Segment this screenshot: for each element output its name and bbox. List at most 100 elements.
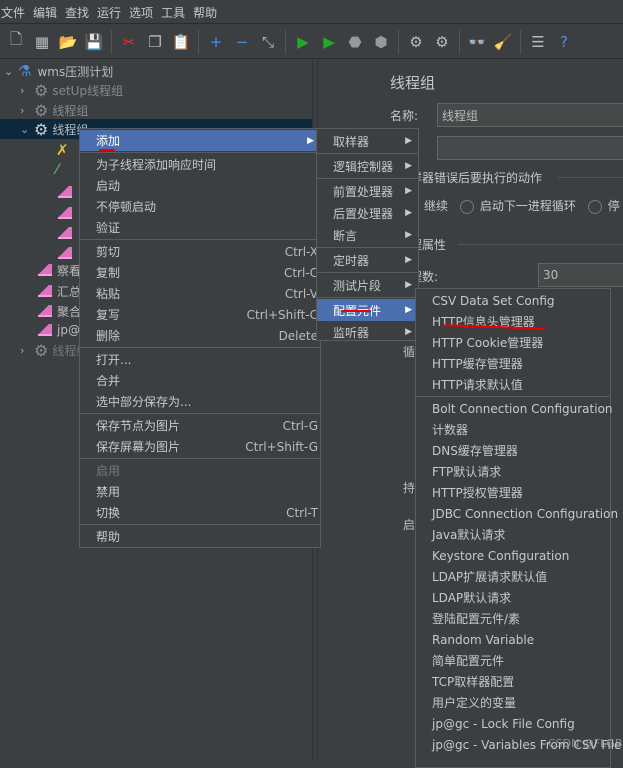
menu-item[interactable]: 删除 Delete [80,325,320,346]
toolbar-separator [198,29,199,54]
threads-input[interactable]: 30 [538,263,623,287]
menu-item[interactable]: LDAP默认请求 [416,587,610,608]
menu-item[interactable]: 用户定义的变量 [416,692,610,713]
radio-next-loop[interactable] [459,199,474,214]
menu-item[interactable]: 复制 Ctrl-C [80,262,320,283]
menu-2[interactable]: 查找 [64,4,94,21]
menu-item[interactable]: 监听器 ▶ [317,321,418,343]
menu-item[interactable]: 启动 [80,175,320,196]
shutdown-button[interactable]: ⬢ [370,31,392,53]
new-button[interactable]: 🗋 [5,30,27,53]
menu-item[interactable]: 选中部分保存为... [80,391,320,412]
cut-button[interactable]: ✂ [118,31,140,53]
menu-1[interactable]: 编辑 [32,4,62,21]
comment-input[interactable] [437,136,623,160]
menu-3[interactable]: 运行 [96,4,126,21]
menu-item[interactable]: JDBC Connection Configuration [416,503,618,524]
graph-icon [38,264,52,276]
save-button[interactable]: 💾 [83,31,105,53]
menu-item[interactable]: CSV Data Set Config [416,290,610,311]
tree-node-thread-group[interactable]: › ⚙ 线程组 [20,100,88,120]
menu-item[interactable]: 验证 [80,217,320,238]
menu-item[interactable]: LDAP扩展请求默认值 [416,566,610,587]
menu-item[interactable]: 前置处理器 ▶ [317,180,418,202]
menu-item[interactable]: 剪切 Ctrl-X [80,241,320,262]
menu-item[interactable]: HTTP请求默认值 [416,374,610,395]
menu-item[interactable]: Java默认请求 [416,524,610,545]
menu-item[interactable]: HTTP Cookie管理器 [416,332,610,353]
menu-item[interactable]: jp@gc - Lock File Config [416,713,610,734]
menu-item[interactable]: 登陆配置元件/素 [416,608,610,629]
tree-node-listener[interactable]: 汇总 [38,281,81,301]
toolbar-separator [111,29,112,54]
paste-button[interactable]: 📋 [170,31,192,53]
function-helper-button[interactable]: ☰ [527,31,549,53]
stop-button[interactable]: ⬣ [344,31,366,53]
name-input[interactable]: 线程组 [437,103,623,127]
menu-item[interactable]: HTTP信息头管理器 [416,311,610,332]
menu-item[interactable]: 添加 ▶ [80,130,320,151]
menu-item[interactable]: 合并 [80,370,320,391]
menu-item[interactable]: 计数器 [416,419,610,440]
radio-stop-thread[interactable] [587,199,602,214]
menu-6[interactable]: 帮助 [192,4,222,21]
menu-item[interactable]: 断言 ▶ [317,224,418,246]
copy-button[interactable]: ❐ [144,31,166,53]
menu-item[interactable]: DNS缓存管理器 [416,440,610,461]
menu-item[interactable]: 切换 Ctrl-T [80,502,320,523]
help-button[interactable]: ? [553,31,575,53]
menu-item[interactable]: Keystore Configuration [416,545,610,566]
tree-node-test-plan[interactable]: ⌄ ⚗ wms压测计划 [4,61,113,81]
expand-button[interactable]: + [205,31,227,53]
error-action-label: 取样器错误后要执行的动作 [398,171,543,185]
menu-item[interactable]: 为子线程添加响应时间 [80,154,320,175]
menu-item[interactable]: FTP默认请求 [416,461,610,482]
reset-search-button[interactable]: 🧹 [492,31,514,53]
tree-node-listener[interactable]: 聚合 [38,301,81,321]
tree-node-listener[interactable]: jp@ [38,320,80,340]
clear-all-button[interactable]: ⚙ [431,31,453,53]
chevron-right-icon[interactable]: › [20,104,34,117]
menu-item[interactable]: 禁用 [80,481,320,502]
menu-item[interactable]: Random Variable [416,629,610,650]
menu-item[interactable]: 简单配置元件 [416,650,610,671]
menu-5[interactable]: 工具 [160,4,190,21]
chevron-right-icon[interactable]: › [20,84,34,97]
menu-item[interactable]: 粘贴 Ctrl-V [80,283,320,304]
chevron-right-icon[interactable]: › [20,344,34,357]
menu-item-label: 断言 [333,228,358,243]
menu-item[interactable]: HTTP授权管理器 [416,482,610,503]
menu-item[interactable]: HTTP缓存管理器 [416,353,610,374]
tools-icon: ✗ [56,141,69,159]
menu-item[interactable]: 取样器 ▶ [317,130,418,152]
menu-item[interactable]: 保存屏幕为图片 Ctrl+Shift-G [80,436,320,457]
menu-0[interactable]: 文件 [0,4,30,21]
open-button[interactable]: 📂 [57,31,79,53]
start-no-pause-button[interactable]: ▶ [318,31,340,53]
menu-item[interactable]: 逻辑控制器 ▶ [317,155,418,177]
menu-4[interactable]: 选项 [128,4,158,21]
menu-item[interactable]: 启用 [80,460,320,481]
clear-button[interactable]: ⚙ [405,31,427,53]
menu-item-label: 禁用 [96,485,121,499]
templates-button[interactable]: ▦ [31,31,53,53]
collapse-button[interactable]: − [231,31,253,53]
menu-item[interactable]: 不停顿启动 [80,196,320,217]
chevron-down-icon[interactable]: ⌄ [4,65,18,78]
menu-item[interactable]: 定时器 ▶ [317,249,418,271]
menu-item[interactable]: 后置处理器 ▶ [317,202,418,224]
tree-node-listener[interactable]: 察看 [38,260,81,280]
start-button[interactable]: ▶ [292,31,314,53]
menu-item[interactable]: 保存节点为图片 Ctrl-G [80,415,320,436]
toggle-button[interactable]: ⤡ [257,31,279,53]
chevron-down-icon[interactable]: ⌄ [20,123,34,136]
menu-separator [80,413,320,414]
tree-node-setup-thread-group[interactable]: › ⚙ setUp线程组 [20,80,123,100]
menu-item[interactable]: 测试片段 ▶ [317,274,418,296]
menu-item[interactable]: 打开... [80,349,320,370]
menu-item[interactable]: 帮助 [80,526,320,547]
menu-item[interactable]: TCP取样器配置 [416,671,610,692]
menu-item[interactable]: 复写 Ctrl+Shift-C [80,304,320,325]
search-button[interactable]: 👓 [466,31,488,53]
menu-item[interactable]: Bolt Connection Configuration [416,398,613,419]
